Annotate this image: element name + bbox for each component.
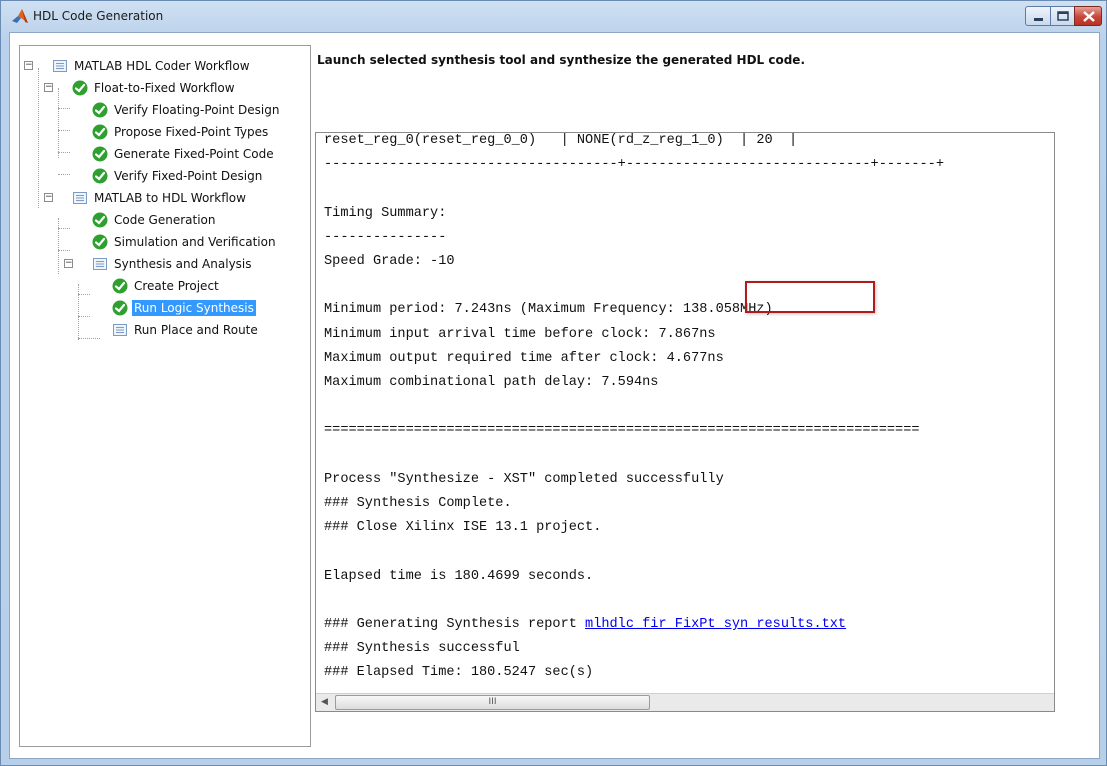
tree-connector: [58, 88, 59, 158]
tree-item-label: MATLAB to HDL Workflow: [94, 191, 246, 205]
check-circle-icon: [112, 300, 128, 316]
check-circle-icon: [112, 278, 128, 294]
log-line: ### Close Xilinx ISE 13.1 project.: [324, 520, 602, 536]
window-title: HDL Code Generation: [33, 9, 164, 23]
collapse-toggle-icon[interactable]: −: [24, 61, 33, 70]
tree-item[interactable]: Generate Fixed-Point Code: [92, 144, 276, 164]
log-line: Minimum input arrival time before clock:…: [324, 326, 716, 342]
tree-connector: [58, 228, 70, 229]
tree-item[interactable]: Float-to-Fixed Workflow: [72, 78, 237, 98]
check-circle-icon: [92, 168, 108, 184]
tree-item-label: Synthesis and Analysis: [114, 257, 252, 271]
scroll-left-icon[interactable]: ◀: [316, 694, 333, 711]
close-icon: [1083, 11, 1095, 22]
minimize-icon: [1034, 18, 1043, 21]
workflow-list-icon: [113, 324, 127, 336]
log-line: Speed Grade: -10: [324, 254, 455, 269]
collapse-toggle-icon[interactable]: −: [64, 259, 73, 268]
title-bar[interactable]: HDL Code Generation: [1, 1, 1106, 31]
workflow-list-icon: [73, 192, 87, 204]
tree-connector: [78, 284, 79, 340]
tree-item[interactable]: Code Generation: [92, 210, 217, 230]
workflow-list-icon: [93, 258, 107, 270]
log-content: reset_reg_0(reset_reg_0_0) | NONE(rd_z_r…: [316, 133, 1054, 693]
tree-item[interactable]: MATLAB HDL Coder Workflow: [52, 56, 252, 76]
tree-item-label: Float-to-Fixed Workflow: [94, 81, 235, 95]
tree-item[interactable]: Propose Fixed-Point Types: [92, 122, 270, 142]
log-line: Minimum period: 7.243ns (Maximum Frequen…: [324, 302, 773, 318]
check-circle-icon: [92, 146, 108, 162]
tree-connector: [58, 218, 59, 274]
matlab-logo-icon: [12, 9, 28, 23]
tree-item-label: Simulation and Verification: [114, 235, 276, 249]
synthesis-report-link[interactable]: mlhdlc_fir_FixPt_syn_results.txt: [585, 617, 846, 632]
tree-item[interactable]: Create Project: [112, 276, 221, 296]
log-line: Maximum output required time after clock…: [324, 350, 724, 366]
log-line: ---------------: [324, 229, 447, 245]
tree-connector: [58, 250, 70, 251]
log-line: ### Synthesis successful: [324, 641, 520, 657]
tree-item-label: Run Place and Route: [134, 323, 258, 337]
tree-item-label: Verify Fixed-Point Design: [114, 169, 263, 183]
task-description-area: Launch selected synthesis tool and synth…: [313, 45, 1094, 131]
collapse-toggle-icon[interactable]: −: [44, 83, 53, 92]
tree-connector: [78, 294, 90, 295]
tree-item[interactable]: Simulation and Verification: [92, 232, 278, 252]
tree-connector: [58, 174, 70, 175]
log-line: ------------------------------------+---…: [324, 157, 944, 173]
tree-item[interactable]: MATLAB to HDL Workflow: [72, 188, 248, 208]
scroll-thumb[interactable]: III: [335, 695, 650, 710]
frequency-highlight-box: [745, 281, 875, 313]
check-circle-icon: [92, 212, 108, 228]
tree-item-label: MATLAB HDL Coder Workflow: [74, 59, 250, 73]
tree-connector: [58, 130, 70, 131]
tree-item-label: Code Generation: [114, 213, 216, 227]
dialog-client-area: MATLAB HDL Coder Workflow − Float-to-Fixed…: [9, 32, 1100, 759]
log-line: ### Elapsed Time: 180.5247 sec(s): [324, 665, 594, 681]
task-panel: Launch selected synthesis tool and synth…: [313, 45, 1094, 747]
tree-connector: [58, 108, 70, 109]
tree-item-label: Propose Fixed-Point Types: [114, 125, 269, 139]
tree-connector: [58, 152, 70, 153]
maximize-icon: [1057, 11, 1069, 21]
log-line: ### Generating Synthesis report mlhdlc_f…: [324, 617, 847, 632]
check-circle-icon: [92, 124, 108, 140]
tree-item[interactable]: Run Place and Route: [112, 320, 260, 340]
log-output-pane[interactable]: reset_reg_0(reset_reg_0_0) | NONE(rd_z_r…: [315, 132, 1055, 712]
check-circle-icon: [72, 80, 88, 96]
close-button[interactable]: [1074, 6, 1102, 26]
tree-item[interactable]: Verify Fixed-Point Design: [92, 166, 264, 186]
app-window: HDL Code Generation MATLAB HDL Coder Wor…: [0, 0, 1107, 766]
workflow-list-icon: [53, 60, 67, 72]
tree-connector: [38, 68, 39, 208]
task-heading: Launch selected synthesis tool and synth…: [317, 53, 805, 67]
log-line: ### Synthesis Complete.: [324, 496, 512, 511]
tree-item-label: Verify Floating-Point Design: [114, 103, 280, 117]
check-circle-icon: [92, 102, 108, 118]
tree-item-label: Run Logic Synthesis: [132, 300, 256, 316]
tree-item[interactable]: Verify Floating-Point Design: [92, 100, 281, 120]
tree-connector: [78, 316, 90, 317]
horizontal-scrollbar[interactable]: ◀ III: [316, 693, 1054, 711]
log-line: ========================================…: [324, 423, 920, 439]
collapse-toggle-icon[interactable]: −: [44, 193, 53, 202]
log-line: Process "Synthesize - XST" completed suc…: [324, 471, 724, 487]
tree-connector: [78, 338, 100, 339]
tree-item[interactable]: Synthesis and Analysis: [92, 254, 254, 274]
tree-item-label: Create Project: [134, 279, 219, 293]
maximize-button[interactable]: [1050, 6, 1075, 26]
tree-item[interactable]: Run Logic Synthesis: [112, 298, 256, 318]
log-line: Timing Summary:: [324, 205, 447, 221]
tree-item-label: Generate Fixed-Point Code: [114, 147, 274, 161]
log-line: Maximum combinational path delay: 7.594n…: [324, 375, 659, 390]
log-line: reset_reg_0(reset_reg_0_0) | NONE(rd_z_r…: [324, 133, 798, 148]
check-circle-icon: [92, 234, 108, 250]
log-line: Elapsed time is 180.4699 seconds.: [324, 568, 594, 584]
workflow-tree[interactable]: MATLAB HDL Coder Workflow − Float-to-Fixed…: [19, 45, 311, 747]
minimize-button[interactable]: [1025, 6, 1051, 26]
